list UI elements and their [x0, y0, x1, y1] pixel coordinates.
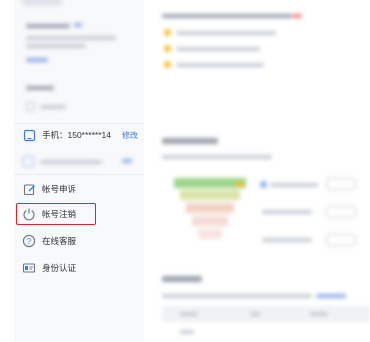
- account-sidebar: 手机：150******14 修改 帐号申诉 帐号注销 ? 在线客服 身份认证: [14, 0, 144, 342]
- edit-icon: [22, 182, 36, 196]
- id-card-icon: [22, 261, 36, 275]
- highlight-annotation-box: [16, 203, 96, 225]
- sidebar-item-identity[interactable]: 身份认证: [14, 255, 144, 281]
- profile-section-blurred: [14, 0, 144, 120]
- sidebar-item-blurred: [14, 150, 144, 174]
- help-icon: ?: [22, 234, 36, 248]
- phone-icon: [22, 128, 36, 142]
- sidebar-divider: [14, 174, 144, 175]
- sidebar-item-label: 在线客服: [42, 236, 77, 246]
- sidebar-item-support[interactable]: ? 在线客服: [14, 228, 144, 254]
- svg-text:?: ?: [27, 237, 32, 246]
- sidebar-item-label: 帐号申诉: [42, 184, 77, 194]
- sidebar-item-label: 身份认证: [42, 263, 77, 273]
- modify-phone-link[interactable]: 修改: [122, 130, 138, 141]
- avatar: [22, 0, 62, 6]
- sidebar-item-label: 手机：150******14: [42, 130, 111, 140]
- main-content-blurred: [150, 0, 370, 342]
- sidebar-item-phone[interactable]: 手机：150******14 修改: [14, 122, 144, 148]
- sidebar-item-appeal[interactable]: 帐号申诉: [14, 176, 144, 202]
